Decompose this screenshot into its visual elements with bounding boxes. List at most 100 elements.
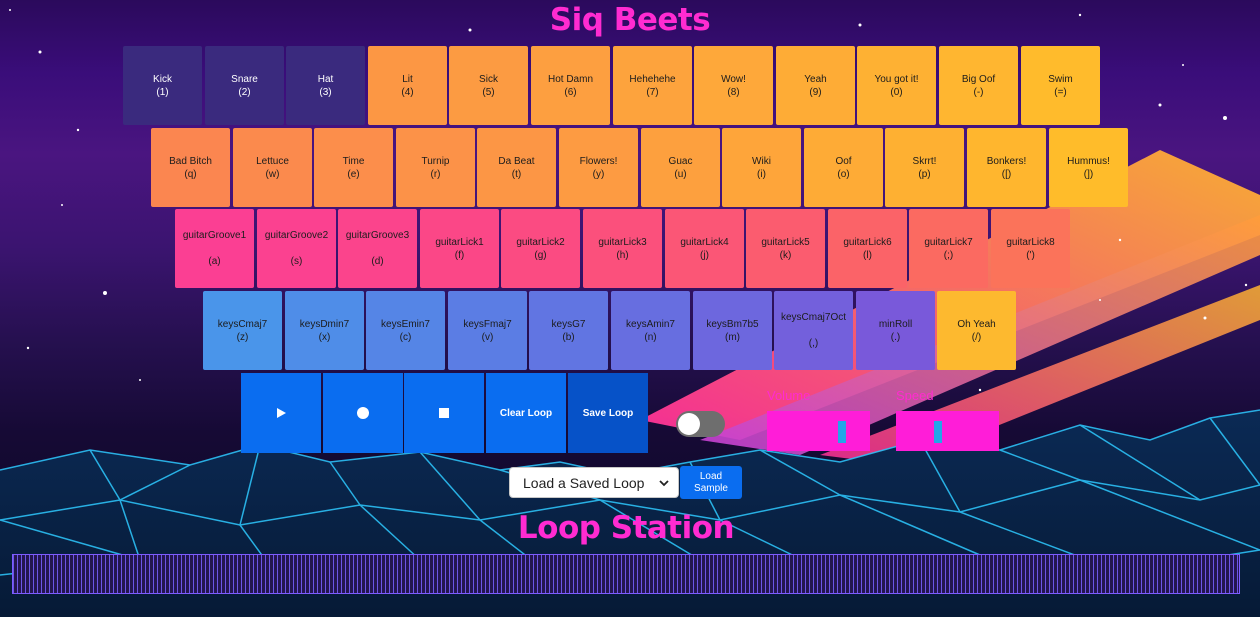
pad-label: Bonkers! [986, 155, 1027, 167]
pad-minroll[interactable]: minRoll (.) [856, 291, 935, 370]
pad-hummus[interactable]: Hummus!(]) [1049, 128, 1128, 207]
pad-key-hint: (2) [238, 86, 251, 98]
pad-label: Hehehehe [629, 73, 676, 85]
pad-label: You got it! [874, 73, 919, 85]
pad-key-hint: ([) [1001, 168, 1012, 180]
pad-keysdmin7[interactable]: keysDmin7 (x) [285, 291, 364, 370]
saved-loop-selected: Load a Saved Loop [523, 474, 645, 491]
save-loop-button[interactable]: Save Loop [568, 373, 648, 453]
pad-guitarlick7[interactable]: guitarLick7 (;) [909, 209, 988, 288]
pad-hot-damn[interactable]: Hot Damn (6) [531, 46, 610, 125]
load-sample-button[interactable]: Load Sample [680, 466, 742, 499]
pad-guitarlick3[interactable]: guitarLick3 (h) [583, 209, 662, 288]
pad-guitarlick4[interactable]: guitarLick4 (j) [665, 209, 744, 288]
pad-key-hint: (n) [644, 331, 657, 343]
pad-key-hint: (0) [890, 86, 903, 98]
pad-label: Hot Damn [547, 73, 593, 85]
pad-key-hint: (/) [971, 331, 982, 343]
pad-label: keysEmin7 [381, 318, 430, 330]
pad-guitarlick5[interactable]: guitarLick5 (k) [746, 209, 825, 288]
play-icon [277, 408, 286, 418]
saved-loop-select[interactable]: Load a Saved Loop [509, 467, 679, 498]
pad-key-hint: (4) [401, 86, 414, 98]
pad-label: Guac [668, 155, 693, 167]
pad-hat[interactable]: Hat (3) [286, 46, 365, 125]
pad-wow[interactable]: Wow! (8) [694, 46, 773, 125]
pad-label: guitarGroove3 [345, 230, 410, 241]
pad-sick[interactable]: Sick (5) [449, 46, 528, 125]
pad-label: Big Oof [961, 73, 996, 85]
pad-key-hint: (5) [482, 86, 495, 98]
speed-slider[interactable] [896, 411, 999, 451]
pad-key-hint: (t) [511, 168, 522, 180]
speed-slider-thumb[interactable] [934, 421, 942, 443]
pad-label: guitarLick1 [435, 236, 484, 248]
pad-kick[interactable]: Kick (1) [123, 46, 202, 125]
pad-guac[interactable]: Guac (u) [641, 128, 720, 207]
record-button[interactable] [323, 373, 403, 453]
pad-yeah[interactable]: Yeah (9) [776, 46, 855, 125]
pad-swim[interactable]: Swim (=) [1021, 46, 1100, 125]
pad-label: keysAmin7 [626, 318, 675, 330]
pad-bonkers[interactable]: Bonkers!([) [967, 128, 1046, 207]
loop-track[interactable] [12, 554, 1240, 594]
pad-label: minRoll [878, 318, 913, 330]
chevron-down-icon [659, 480, 669, 487]
pad-guitarlick1[interactable]: guitarLick1 (f) [420, 209, 499, 288]
speed-label: Speed [896, 388, 934, 403]
pad-key-hint: (p) [918, 168, 931, 180]
pad-key-hint: (w) [265, 168, 280, 180]
pad-key-hint: (=) [1054, 86, 1067, 98]
pad-flowers[interactable]: Flowers! (y) [559, 128, 638, 207]
pad-label: keysG7 [551, 318, 586, 330]
pad-lit[interactable]: Lit (4) [368, 46, 447, 125]
pad-label: keysCmaj7Oct [780, 312, 846, 323]
pad-guitargroove2[interactable]: guitarGroove2 (s) [257, 209, 336, 288]
pad-hehehehe[interactable]: Hehehehe (7) [613, 46, 692, 125]
clear-loop-button[interactable]: Clear Loop [486, 373, 566, 453]
pad-guitarlick2[interactable]: guitarLick2 (g) [501, 209, 580, 288]
pad-key-hint: (y) [592, 168, 605, 180]
play-button[interactable] [241, 373, 321, 453]
pad-oh-yeah[interactable]: Oh Yeah (/) [937, 291, 1016, 370]
pad-key-hint: (3) [319, 86, 332, 98]
pad-you-got-it[interactable]: You got it! (0) [857, 46, 936, 125]
pad-key-hint: (m) [725, 331, 740, 343]
pad-big-oof[interactable]: Big Oof (-) [939, 46, 1018, 125]
pad-keysg7[interactable]: keysG7 (b) [529, 291, 608, 370]
pad-key-hint: (q) [184, 168, 197, 180]
pad-key-hint: (z) [236, 331, 249, 343]
pad-keysfmaj7[interactable]: keysFmaj7 (v) [448, 291, 527, 370]
pad-da-beat[interactable]: Da Beat (t) [477, 128, 556, 207]
pad-turnip[interactable]: Turnip (r) [396, 128, 475, 207]
pad-keyscmaj7[interactable]: keysCmaj7 (z) [203, 291, 282, 370]
pad-label: keysCmaj7 [217, 318, 268, 330]
pad-time[interactable]: Time (e) [314, 128, 393, 207]
pad-bad-bitch[interactable]: Bad Bitch (q) [151, 128, 230, 207]
pad-guitarlick8[interactable]: guitarLick8 (') [991, 209, 1070, 288]
pad-snare[interactable]: Snare (2) [205, 46, 284, 125]
pad-label: keysDmin7 [299, 318, 350, 330]
pad-lettuce[interactable]: Lettuce (w) [233, 128, 312, 207]
pad-oof[interactable]: Oof (o) [804, 128, 883, 207]
pad-label: Lit [402, 73, 413, 85]
pad-keysamin7[interactable]: keysAmin7 (n) [611, 291, 690, 370]
pad-guitargroove3[interactable]: guitarGroove3 (d) [338, 209, 417, 288]
clear-loop-label: Clear Loop [499, 407, 553, 419]
pad-guitarlick6[interactable]: guitarLick6 (l) [828, 209, 907, 288]
pad-keysemin7[interactable]: keysEmin7 (c) [366, 291, 445, 370]
pad-wiki[interactable]: Wiki (i) [722, 128, 801, 207]
stop-button[interactable] [404, 373, 484, 453]
mode-toggle[interactable] [676, 411, 725, 437]
pad-keyscmaj7oct[interactable]: keysCmaj7Oct (,) [774, 291, 853, 370]
pad-key-hint: (9) [809, 86, 822, 98]
pad-label: Turnip [421, 155, 450, 167]
pad-guitargroove1[interactable]: guitarGroove1 (a) [175, 209, 254, 288]
pad-keysbm7b5[interactable]: keysBm7b5 (m) [693, 291, 772, 370]
pad-label: Wow! [721, 73, 746, 85]
pad-key-hint: (u) [674, 168, 687, 180]
pad-skrrt[interactable]: Skrrt! (p) [885, 128, 964, 207]
pad-label: Lettuce [256, 155, 289, 167]
volume-slider-thumb[interactable] [838, 421, 846, 443]
volume-slider[interactable] [767, 411, 870, 451]
